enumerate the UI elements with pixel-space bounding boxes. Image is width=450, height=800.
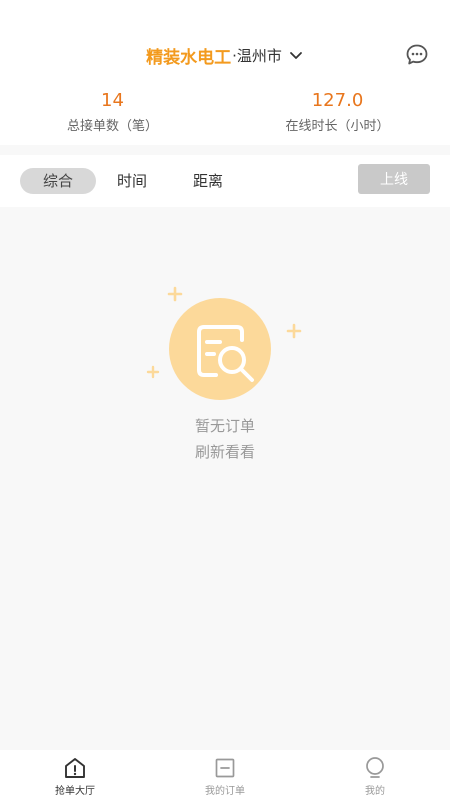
order-list-icon xyxy=(215,758,235,778)
stat-value: 14 xyxy=(101,90,124,111)
stat-total-orders: 14 总接单数（笔） xyxy=(0,90,225,140)
refresh-hint[interactable]: 刷新看看 xyxy=(0,441,450,462)
stat-online-hours: 127.0 在线时长（小时） xyxy=(225,90,450,140)
empty-state-title: 暂无订单 xyxy=(194,417,255,435)
city-label: ·温州市 xyxy=(232,46,282,65)
go-online-button[interactable]: 上线 xyxy=(358,164,430,194)
header: 精装水电工 ·温州市 14 总接单数（笔） 127.0 在线时长（小时） xyxy=(0,0,450,145)
filter-bar: 综合 时间 距离 上线 xyxy=(0,155,450,207)
chat-bubble-icon xyxy=(406,44,428,65)
tab-comprehensive[interactable]: 综合 xyxy=(20,168,96,194)
home-info-icon xyxy=(65,758,85,778)
message-button[interactable] xyxy=(404,42,430,68)
tabbar-label: 我的订单 xyxy=(205,786,245,797)
tabbar-label: 我的 xyxy=(365,786,385,797)
tabbar-item-profile[interactable]: 我的 xyxy=(300,750,450,800)
tab-time[interactable]: 时间 xyxy=(104,168,160,194)
tabbar-item-my-orders[interactable]: 我的订单 xyxy=(150,750,300,800)
stat-label: 总接单数（笔） xyxy=(66,119,158,134)
tab-distance[interactable]: 距离 xyxy=(180,168,236,194)
stat-value: 127.0 xyxy=(311,90,364,111)
document-search-icon xyxy=(146,286,302,400)
chevron-down-icon[interactable] xyxy=(288,47,304,63)
app-title: 精装水电工 xyxy=(146,47,232,68)
location-selector[interactable]: 精装水电工 ·温州市 xyxy=(0,40,450,70)
stat-label: 在线时长（小时） xyxy=(285,119,390,134)
tabbar-label: 抢单大厅 xyxy=(55,786,95,797)
bottom-tabbar: 抢单大厅 我的订单 我的 xyxy=(0,750,450,800)
profile-bulb-icon xyxy=(366,757,384,778)
stats-row: 14 总接单数（笔） 127.0 在线时长（小时） xyxy=(0,90,450,140)
tabbar-item-order-hall[interactable]: 抢单大厅 xyxy=(0,750,150,800)
